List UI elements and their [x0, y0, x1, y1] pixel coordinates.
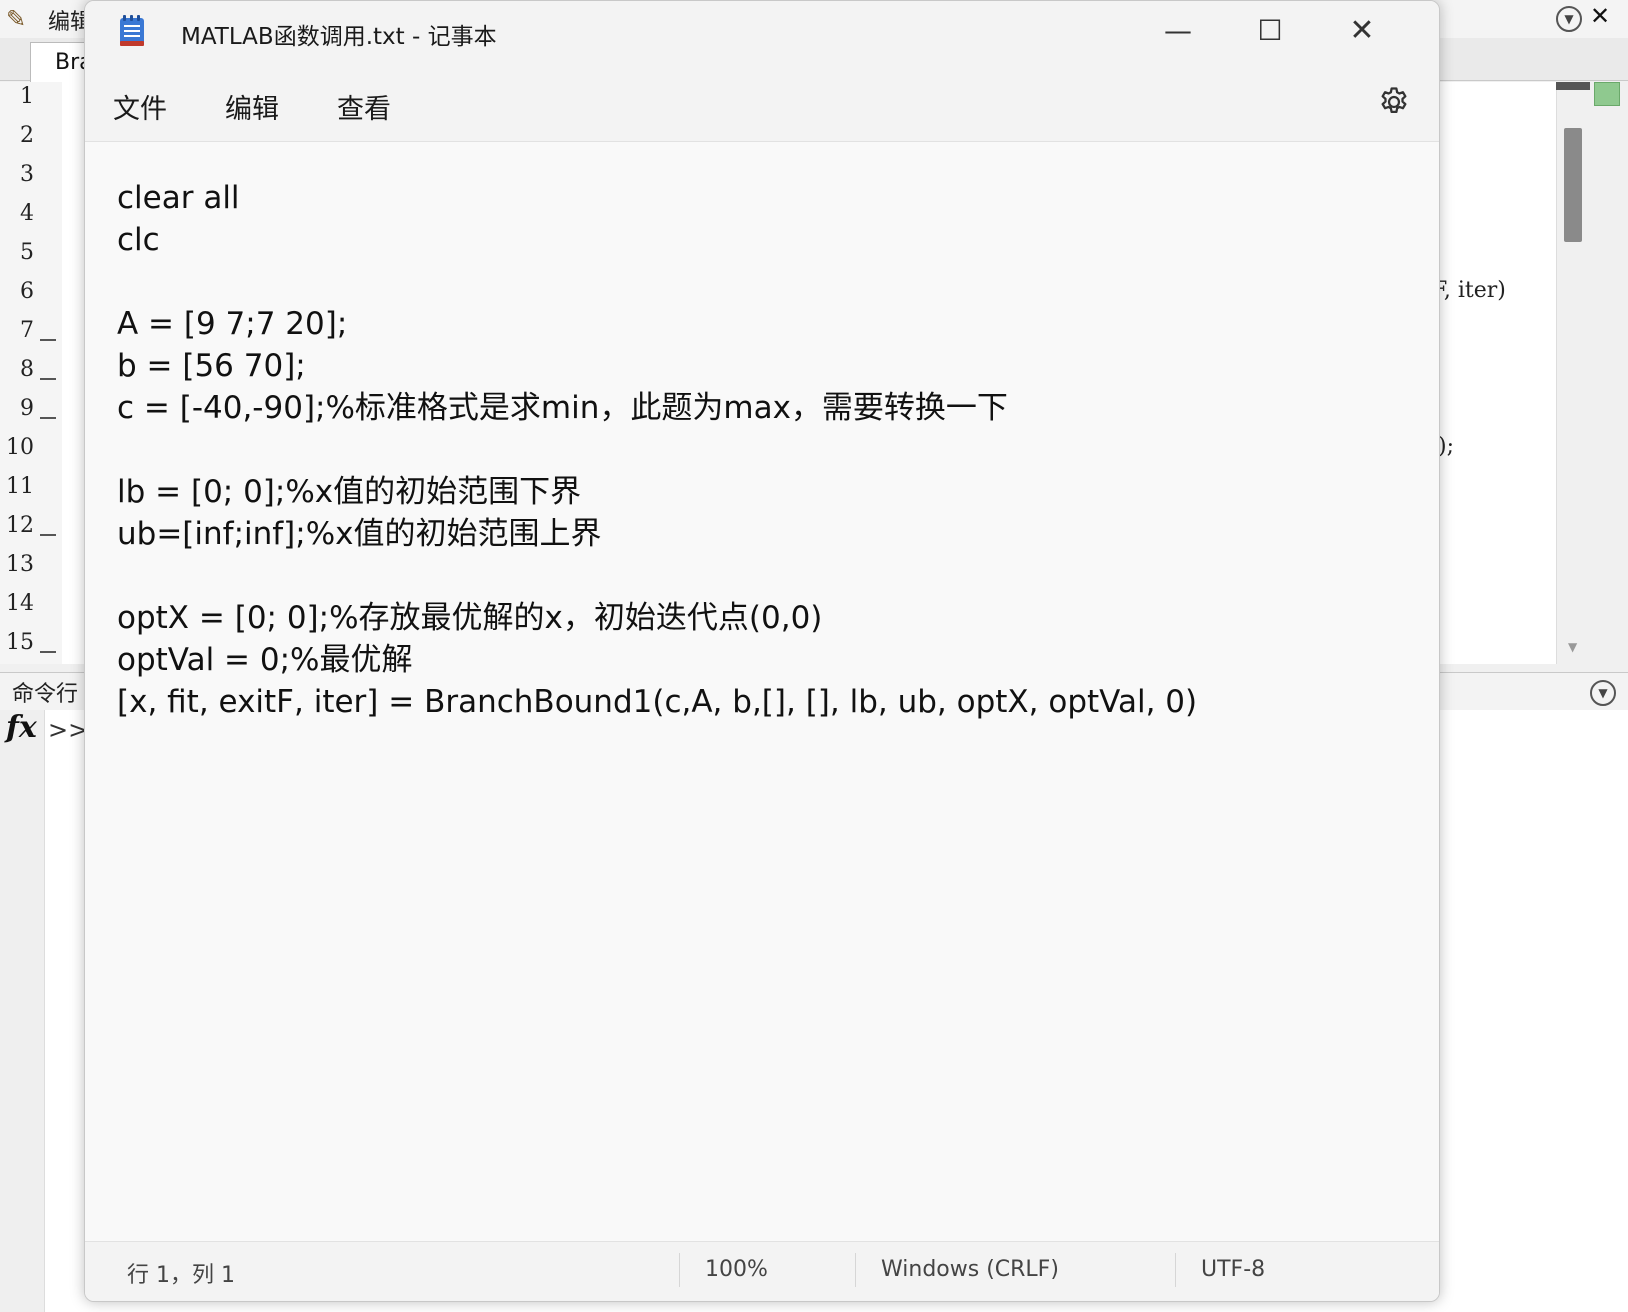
pencil-icon: ✎: [6, 5, 27, 33]
line-number: 5: [20, 240, 34, 265]
scroll-down-arrow-icon[interactable]: ▼: [1568, 640, 1577, 654]
menu-item-edit[interactable]: 编辑: [225, 87, 279, 126]
text-line: A = [9 7;7 20];: [117, 306, 348, 342]
status-divider: [1175, 1253, 1176, 1287]
status-cursor-position: 行 1，列 1: [127, 1263, 235, 1288]
close-icon[interactable]: ✕: [1590, 2, 1610, 30]
line-number: 8: [20, 357, 34, 382]
notepad-titlebar[interactable]: MATLAB函数调用.txt - 记事本 — ☐ ✕: [85, 1, 1439, 65]
status-encoding[interactable]: UTF-8: [1201, 1257, 1265, 1282]
status-zoom-level[interactable]: 100%: [705, 1257, 768, 1282]
line-number: 9: [20, 396, 34, 421]
text-line: optVal = 0;%最优解: [117, 642, 413, 678]
command-window-title: 命令行: [12, 682, 79, 707]
line-number: 4: [20, 201, 34, 226]
menu-bar: [85, 65, 1439, 142]
breakpoint-dash[interactable]: [40, 417, 56, 419]
text-line: c = [-40,-90];%标准格式是求min，此题为max，需要转换一下: [117, 390, 1008, 426]
text-line: optX = [0; 0];%存放最优解的x，初始迭代点(0,0): [117, 600, 823, 636]
code-fragment: );: [1438, 434, 1454, 459]
panel-menu-dropdown-icon[interactable]: ▼: [1590, 680, 1616, 706]
breakpoint-dash[interactable]: [40, 339, 56, 341]
command-window-gutter: [0, 710, 45, 1312]
panel-menu-dropdown-icon[interactable]: ▼: [1556, 6, 1582, 32]
text-line: [117, 555, 1197, 597]
text-line: [117, 261, 1197, 303]
function-browser-fx-icon[interactable]: fx: [6, 710, 37, 745]
notepad-window: MATLAB函数调用.txt - 记事本 — ☐ ✕ 文件 编辑 查看 clea…: [84, 0, 1440, 1302]
line-number: 2: [20, 123, 34, 148]
minimize-button[interactable]: —: [1155, 11, 1201, 51]
breakpoint-dash[interactable]: [40, 651, 56, 653]
code-fragment: F, iter): [1432, 278, 1506, 303]
breakpoint-dash[interactable]: [40, 378, 56, 380]
scrollbar-thumb[interactable]: [1564, 128, 1582, 242]
line-number: 7: [20, 318, 34, 343]
line-number: 15: [6, 630, 34, 655]
code-analyzer-status-icon[interactable]: [1594, 82, 1620, 106]
line-number: 14: [6, 591, 34, 616]
text-line: lb = [0; 0];%x值的初始范围下界: [117, 474, 582, 510]
split-handle[interactable]: [1556, 82, 1590, 90]
breakpoint-dash[interactable]: [40, 534, 56, 536]
close-button[interactable]: ✕: [1339, 11, 1385, 51]
text-line: [117, 429, 1197, 471]
line-number: 11: [6, 474, 34, 499]
text-line: ub=[inf;inf];%x值的初始范围上界: [117, 516, 602, 552]
line-number: 12: [6, 513, 34, 538]
status-line-ending[interactable]: Windows (CRLF): [881, 1257, 1059, 1282]
line-number: 10: [6, 435, 34, 460]
notepad-app-icon: [120, 15, 144, 46]
status-divider: [679, 1253, 680, 1287]
line-number-gutter: 1 2 3 4 5 6 7 8 9 10 11 12 13 14 15: [0, 82, 63, 664]
text-line: clc: [117, 222, 160, 258]
gear-icon[interactable]: [1377, 85, 1411, 119]
line-number: 1: [20, 84, 34, 109]
line-number: 3: [20, 162, 34, 187]
text-line: b = [56 70];: [117, 348, 306, 384]
window-title: MATLAB函数调用.txt - 记事本: [181, 24, 497, 50]
maximize-button[interactable]: ☐: [1247, 11, 1293, 51]
status-divider: [855, 1253, 856, 1287]
line-number: 13: [6, 552, 34, 577]
text-content[interactable]: clear all clc A = [9 7;7 20]; b = [56 70…: [117, 177, 1197, 723]
line-number: 6: [20, 279, 34, 304]
menu-item-view[interactable]: 查看: [337, 87, 391, 126]
text-line: clear all: [117, 180, 240, 216]
text-line: [x, fit, exitF, iter] = BranchBound1(c,A…: [117, 684, 1198, 720]
command-prompt: >>: [48, 716, 89, 744]
menu-item-file[interactable]: 文件: [113, 87, 167, 126]
